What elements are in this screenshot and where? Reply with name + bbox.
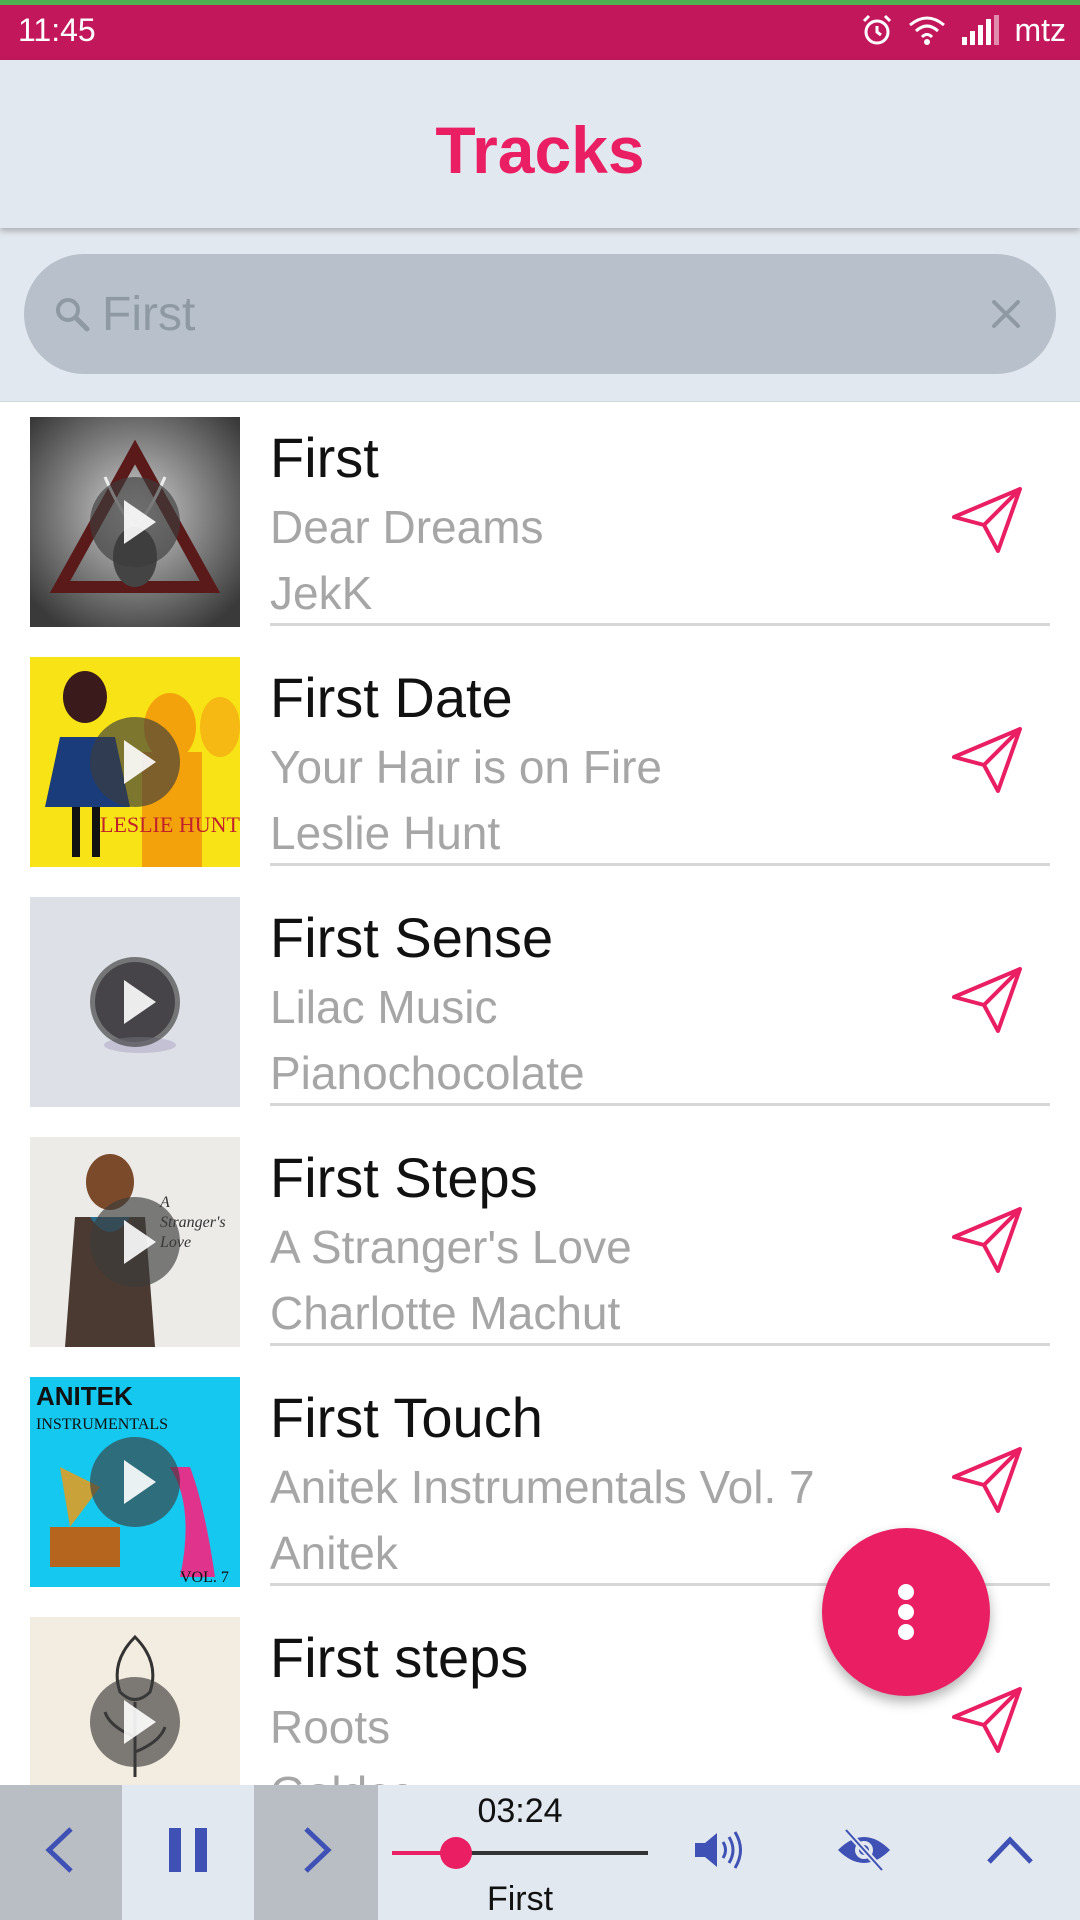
album-cover[interactable]: LESLIE HUNT: [30, 657, 240, 867]
track-info: First Dear Dreams JekK: [270, 403, 1050, 626]
track-title: First steps: [270, 1626, 529, 1689]
status-time: 11:45: [18, 12, 96, 48]
play-icon[interactable]: [90, 717, 180, 807]
send-icon[interactable]: [950, 723, 1024, 797]
track-row[interactable]: First Dear Dreams JekK: [0, 403, 1080, 643]
track-row[interactable]: First Sense Lilac Music Pianochocolate: [0, 883, 1080, 1123]
track-title: First: [270, 426, 379, 489]
next-button[interactable]: [254, 1785, 378, 1920]
expand-button[interactable]: [970, 1785, 1050, 1920]
album-cover[interactable]: [30, 417, 240, 627]
volume-button[interactable]: [680, 1785, 756, 1920]
track-title: First Sense: [270, 906, 554, 969]
track-artist: Goldcc: [270, 1765, 413, 1785]
visibility-toggle-button[interactable]: [826, 1785, 902, 1920]
svg-text:INSTRUMENTALS: INSTRUMENTALS: [36, 1416, 168, 1433]
status-icons: mtz: [860, 10, 1066, 50]
track-artist: Anitek: [270, 1527, 398, 1579]
carrier-name: mtz: [1014, 12, 1066, 48]
elapsed-time: 03:24: [477, 1792, 563, 1830]
play-icon[interactable]: [90, 1197, 180, 1287]
search-box[interactable]: [24, 254, 1056, 374]
alarm-icon: [860, 13, 894, 47]
send-icon[interactable]: [950, 963, 1024, 1037]
play-icon[interactable]: [90, 957, 180, 1047]
svg-text:ANITEK: ANITEK: [36, 1381, 133, 1411]
visibility-off-icon: [836, 1827, 892, 1877]
track-row[interactable]: A Stranger's Love First Steps A Stranger…: [0, 1123, 1080, 1363]
track-artist: Charlotte Machut: [270, 1287, 621, 1339]
track-info: First Date Your Hair is on Fire Leslie H…: [270, 643, 1050, 866]
previous-icon: [41, 1825, 81, 1880]
track-album: Lilac Music: [270, 981, 498, 1033]
chevron-up-icon: [985, 1834, 1035, 1871]
page-title: Tracks: [435, 113, 645, 187]
track-row[interactable]: LESLIE HUNT First Date Your Hair is on F…: [0, 643, 1080, 883]
app-header: Tracks: [0, 60, 1080, 228]
track-album: Anitek Instrumentals Vol. 7: [270, 1461, 815, 1513]
track-album: Your Hair is on Fire: [270, 741, 663, 793]
album-cover[interactable]: ANITEK INSTRUMENTALS VOL. 7: [30, 1377, 240, 1587]
previous-button[interactable]: [0, 1785, 122, 1920]
track-title: First Touch: [270, 1386, 543, 1449]
album-cover[interactable]: [30, 1617, 240, 1785]
wifi-icon: [908, 15, 946, 45]
next-icon: [296, 1825, 336, 1880]
volume-icon: [693, 1830, 743, 1875]
track-artist: JekK: [270, 567, 373, 619]
track-album: Roots: [270, 1701, 391, 1753]
search-input[interactable]: [102, 276, 962, 352]
seek-thumb[interactable]: [440, 1837, 472, 1869]
send-icon[interactable]: [950, 1443, 1024, 1517]
signal-icon: [960, 15, 1000, 45]
play-icon[interactable]: [90, 1437, 180, 1527]
play-icon[interactable]: [90, 1677, 180, 1767]
album-cover[interactable]: [30, 897, 240, 1107]
status-progress-line: [0, 0, 1080, 5]
now-playing-title: First: [486, 1880, 554, 1918]
pause-icon: [167, 1826, 209, 1879]
send-icon[interactable]: [950, 1203, 1024, 1277]
album-cover[interactable]: A Stranger's Love: [30, 1137, 240, 1347]
player-bar: 03:24 First: [0, 1785, 1080, 1920]
track-title: First Steps: [270, 1146, 538, 1209]
play-icon[interactable]: [90, 477, 180, 567]
search-icon: [52, 294, 92, 339]
pause-button[interactable]: [122, 1785, 254, 1920]
send-icon[interactable]: [950, 1683, 1024, 1757]
track-title: First Date: [270, 666, 513, 729]
track-info: First Sense Lilac Music Pianochocolate: [270, 883, 1050, 1106]
svg-text:VOL. 7: VOL. 7: [180, 1569, 229, 1586]
search-area: [0, 228, 1080, 402]
status-bar: 11:45 mtz: [0, 0, 1080, 60]
track-info: First Steps A Stranger's Love Charlotte …: [270, 1123, 1050, 1346]
send-icon[interactable]: [950, 483, 1024, 557]
seek-bar[interactable]: [392, 1837, 648, 1869]
more-options-button[interactable]: [822, 1528, 990, 1696]
svg-text:LESLIE HUNT: LESLIE HUNT: [100, 812, 240, 837]
track-album: A Stranger's Love: [270, 1221, 632, 1273]
track-album: Dear Dreams: [270, 501, 544, 553]
track-artist: Leslie Hunt: [270, 807, 501, 859]
clear-icon[interactable]: [986, 294, 1026, 339]
track-artist: Pianochocolate: [270, 1047, 585, 1099]
